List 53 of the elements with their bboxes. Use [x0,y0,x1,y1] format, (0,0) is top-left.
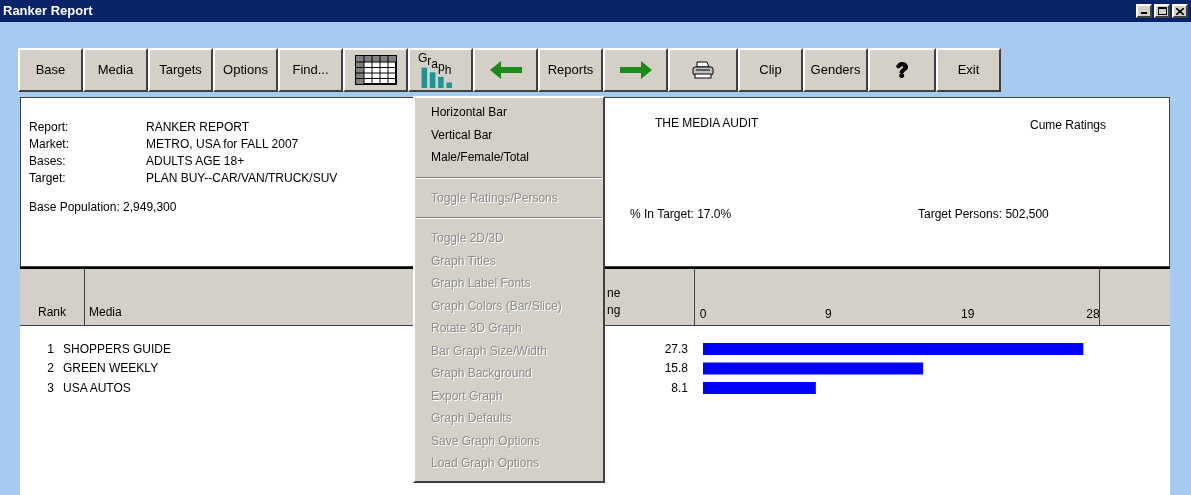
field-label: Market: [29,135,70,153]
close-icon [1176,7,1184,15]
menu-item[interactable]: Male/Female/Total [415,146,603,169]
grid-icon [354,55,397,85]
menu-item[interactable]: Horizontal Bar [415,101,603,124]
window-title: Ranker Report [3,2,93,21]
toolbar-button[interactable]: Base [18,48,83,92]
field-label: Bases: [29,152,67,170]
printer-icon [692,61,714,79]
media-cell-text: GREEN WEEKLY [62,360,159,378]
media-cell-text: SHOPPERS GUIDE [62,340,172,358]
graph-button[interactable]: Graph [408,48,473,92]
toolbar-button[interactable]: Reports [538,48,603,92]
field-label: Target: [29,169,67,187]
field-value: RANKER REPORT [146,118,250,136]
left-arrow-icon [488,60,523,80]
field-value: PLAN BUY--CAR/VAN/TRUCK/SUV [146,169,338,187]
menu-item[interactable]: Vertical Bar [415,123,603,146]
axis-tick-label: 9 [825,306,832,323]
minimize-button[interactable] [1136,4,1152,18]
rank-cell-text: 1 [46,340,54,358]
print-button[interactable] [668,48,738,92]
toolbar-button[interactable]: Genders [803,48,868,92]
close-button[interactable] [1172,4,1188,18]
axis-tick-label: 28 [1086,306,1100,323]
toolbar-button[interactable]: Exit [936,48,1001,92]
toolbar-button[interactable]: Media [83,48,148,92]
rating-cell-text: 27.3 [664,340,688,358]
forward-button[interactable] [603,48,668,92]
help-button[interactable]: ? [868,48,936,92]
axis-tick-label: 19 [961,306,975,323]
toolbar-button[interactable]: Options [213,48,278,92]
rank-cell-text: 2 [46,360,54,378]
back-button[interactable] [473,48,538,92]
toolbar-button[interactable]: Find... [278,48,343,92]
rating-cell-text: 8.1 [671,379,688,397]
field-label: Report: [29,118,70,136]
toolbar-button[interactable]: Clip [738,48,803,92]
target-persons: Target Persons: 502,500 [918,206,1050,223]
table-view-button[interactable] [343,48,408,92]
field-value: ADULTS AGE 18+ [146,152,245,170]
rating-cell-text: 15.8 [664,360,688,378]
measure-name: Cume Ratings [1029,117,1107,134]
maximize-button[interactable] [1154,4,1170,18]
axis-tick-label: 0 [699,306,707,323]
right-arrow-icon [618,60,653,80]
field-value: METRO, USA for FALL 2007 [146,135,299,153]
source-name: THE MEDIA AUDIT [654,115,760,132]
rank-cell-text: 3 [46,379,54,397]
in-target-percent: % In Target: 17.0% [630,206,733,223]
media-cell-text: USA AUTOS [62,379,131,397]
toolbar-button[interactable]: Targets [148,48,213,92]
base-population: Base Population: 2,949,300 [29,200,177,214]
